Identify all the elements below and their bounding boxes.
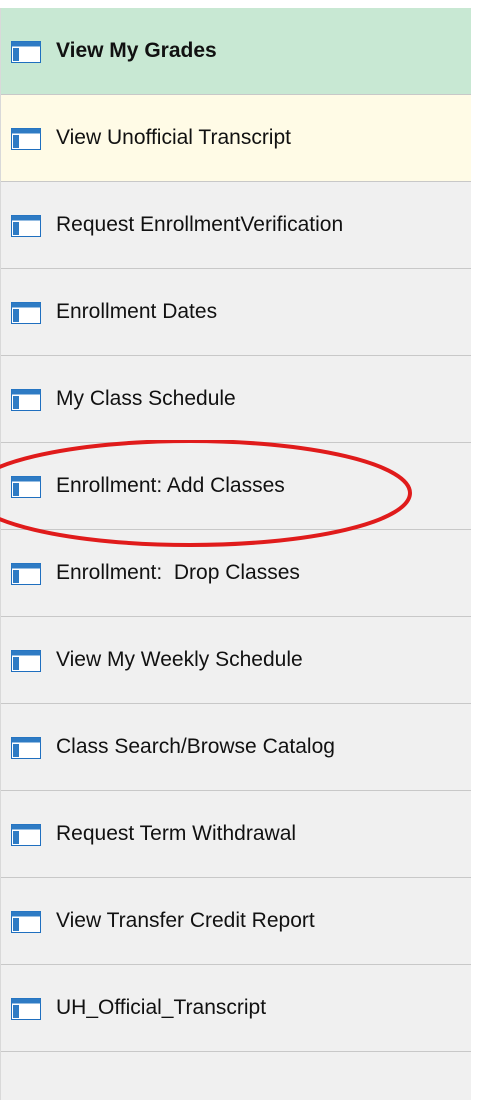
menu-item-view-transfer-credit-report[interactable]: View Transfer Credit Report [1,878,471,965]
menu-item-enrollment-add-classes[interactable]: Enrollment: Add Classes [1,443,471,530]
menu-item-enrollment-dates[interactable]: Enrollment Dates [1,269,471,356]
window-icon [11,41,41,63]
menu-item-view-my-grades[interactable]: View My Grades [1,8,471,95]
window-icon [11,476,41,498]
window-icon [11,911,41,933]
menu-item-label: Request EnrollmentVerification [56,213,344,236]
menu-item-request-enrollment-verification[interactable]: Request EnrollmentVerification [1,182,471,269]
menu-item-uh-official-transcript[interactable]: UH_Official_Transcript [1,965,471,1052]
menu-item-my-class-schedule[interactable]: My Class Schedule [1,356,471,443]
menu-item-label: View Unofficial Transcript [56,126,291,149]
menu-item-label: UH_Official_Transcript [56,996,267,1019]
menu-item-label: View My Weekly Schedule [56,648,303,671]
menu-item-enrollment-drop-classes[interactable]: Enrollment: Drop Classes [1,530,471,617]
window-icon [11,389,41,411]
window-icon [11,998,41,1020]
menu-item-request-term-withdrawal[interactable]: Request Term Withdrawal [1,791,471,878]
window-icon [11,824,41,846]
window-icon [11,650,41,672]
menu-item-label: Enrollment: Drop Classes [56,561,300,584]
menu-item-label: View My Grades [56,39,217,62]
menu-item-view-my-weekly-schedule[interactable]: View My Weekly Schedule [1,617,471,704]
menu-item-label: View Transfer Credit Report [56,909,315,932]
window-icon [11,215,41,237]
window-icon [11,128,41,150]
navigation-menu: View My Grades View Unofficial Transcrip… [0,8,471,1100]
menu-item-label: My Class Schedule [56,387,236,410]
menu-item-label: Request Term Withdrawal [56,822,297,845]
menu-item-label: Class Search/Browse Catalog [56,735,335,758]
window-icon [11,737,41,759]
window-icon [11,563,41,585]
window-icon [11,302,41,324]
menu-item-label: Enrollment: Add Classes [56,474,285,497]
menu-item-view-unofficial-transcript[interactable]: View Unofficial Transcript [1,95,471,182]
menu-item-label: Enrollment Dates [56,300,218,323]
menu-item-class-search-browse-catalog[interactable]: Class Search/Browse Catalog [1,704,471,791]
